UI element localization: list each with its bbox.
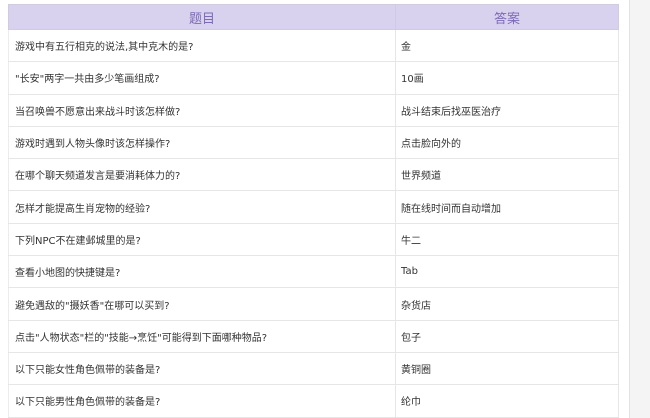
question-cell: 游戏时遇到人物头像时该怎样操作? [8,126,396,160]
table-row: 游戏中有五行相克的说法,其中克木的是? 金 [8,29,619,63]
answer-cell: 牛二 [395,223,619,257]
quiz-answer-table: 题目 答案 游戏中有五行相克的说法,其中克木的是? 金 "长安"两字一共由多少笔… [8,4,619,418]
question-cell: 点击"人物状态"栏的"技能→烹饪"可能得到下面哪种物品? [8,320,396,353]
table-header-row: 题目 答案 [8,4,619,30]
table-row: 下列NPC不在建邺城里的是? 牛二 [8,223,619,257]
question-cell: 游戏中有五行相克的说法,其中克木的是? [8,29,396,63]
table-row: 以下只能男性角色佩带的装备是? 纶巾 [8,384,619,418]
table-row: 当召唤兽不愿意出来战斗时该怎样做? 战斗结束后找巫医治疗 [8,94,619,127]
answer-cell: 随在线时间而自动增加 [395,190,619,224]
vertical-scrollbar[interactable] [629,0,650,418]
table-row: 点击"人物状态"栏的"技能→烹饪"可能得到下面哪种物品? 包子 [8,320,619,353]
quiz-answer-page: 题目 答案 游戏中有五行相克的说法,其中克木的是? 金 "长安"两字一共由多少笔… [0,0,650,418]
question-cell: 查看小地图的快捷键是? [8,255,396,289]
table-row: 在哪个聊天频道发言是要消耗体力的? 世界频道 [8,158,619,192]
answer-cell: 黄铜圈 [395,352,619,386]
table-row: 查看小地图的快捷键是? Tab [8,255,619,289]
question-cell: 下列NPC不在建邺城里的是? [8,223,396,257]
table-row: 避免遇敌的"摄妖香"在哪可以买到? 杂货店 [8,287,619,321]
answer-cell: 世界频道 [395,158,619,192]
answer-cell: Tab [395,255,619,289]
answer-cell: 包子 [395,320,619,353]
question-cell: "长安"两字一共由多少笔画组成? [8,61,396,95]
question-cell: 在哪个聊天频道发言是要消耗体力的? [8,158,396,192]
column-header-answer: 答案 [395,4,619,30]
question-cell: 以下只能女性角色佩带的装备是? [8,352,396,386]
answer-cell: 杂货店 [395,287,619,321]
answer-cell: 纶巾 [395,384,619,418]
answer-cell: 10画 [395,61,619,95]
table-row: 游戏时遇到人物头像时该怎样操作? 点击脸向外的 [8,126,619,160]
question-cell: 以下只能男性角色佩带的装备是? [8,384,396,418]
table-row: 以下只能女性角色佩带的装备是? 黄铜圈 [8,352,619,386]
table-row: "长安"两字一共由多少笔画组成? 10画 [8,61,619,95]
answer-cell: 战斗结束后找巫医治疗 [395,94,619,127]
column-header-question: 题目 [8,4,396,30]
quiz-table-container: 题目 答案 游戏中有五行相克的说法,其中克木的是? 金 "长安"两字一共由多少笔… [8,4,619,418]
question-cell: 当召唤兽不愿意出来战斗时该怎样做? [8,94,396,127]
question-cell: 怎样才能提高生肖宠物的经验? [8,190,396,224]
question-cell: 避免遇敌的"摄妖香"在哪可以买到? [8,287,396,321]
answer-cell: 点击脸向外的 [395,126,619,160]
answer-cell: 金 [395,29,619,63]
table-row: 怎样才能提高生肖宠物的经验? 随在线时间而自动增加 [8,190,619,224]
